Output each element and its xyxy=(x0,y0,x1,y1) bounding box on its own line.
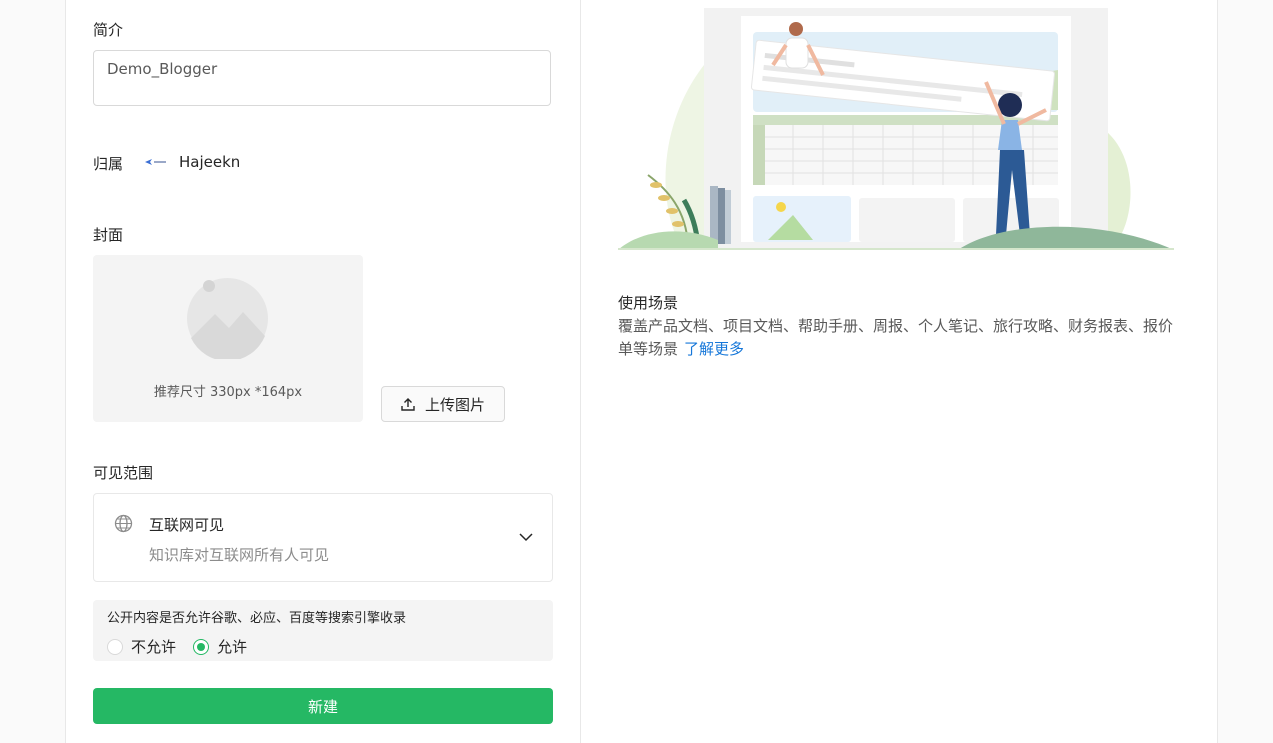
seo-setting: 公开内容是否允许谷歌、必应、百度等搜索引擎收录 不允许 允许 xyxy=(93,600,553,661)
cover-label: 封面 xyxy=(93,226,124,244)
image-placeholder-icon xyxy=(187,278,268,359)
seo-radio-group: 不允许 允许 xyxy=(107,636,264,657)
globe-icon xyxy=(114,514,133,533)
visibility-desc: 知识库对互联网所有人可见 xyxy=(149,546,330,564)
radio-disallow[interactable] xyxy=(107,638,123,655)
cover-preview[interactable]: 推荐尺寸 330px *164px xyxy=(93,255,363,422)
radio-allow[interactable] xyxy=(193,638,210,655)
upload-label: 上传图片 xyxy=(424,395,485,414)
seo-option-disallow[interactable]: 不允许 xyxy=(107,636,176,657)
intro-textarea[interactable]: Demo_Blogger xyxy=(93,50,551,106)
visibility-label: 可见范围 xyxy=(93,464,154,482)
owner-label: 归属 xyxy=(93,155,124,173)
seo-option-allow-label: 允许 xyxy=(217,638,248,656)
owner-name: Hajeekn xyxy=(179,153,241,171)
column-divider xyxy=(580,0,581,743)
create-button[interactable]: 新建 xyxy=(93,688,553,724)
knowledge-base-illustration xyxy=(618,8,1174,250)
chevron-down-icon xyxy=(519,533,533,542)
intro-label: 简介 xyxy=(93,21,124,39)
cover-size-hint: 推荐尺寸 330px *164px xyxy=(153,385,303,400)
owner-logo-icon xyxy=(145,159,166,165)
seo-option-disallow-label: 不允许 xyxy=(131,638,177,656)
owner-info: Hajeekn xyxy=(143,153,240,171)
visibility-title: 互联网可见 xyxy=(149,516,225,534)
seo-question: 公开内容是否允许谷歌、必应、百度等搜索引擎收录 xyxy=(107,611,407,626)
learn-more-link[interactable]: 了解更多 xyxy=(684,340,744,358)
scene-description: 覆盖产品文档、项目文档、帮助手册、周报、个人笔记、旅行攻略、财务报表、报价单等场… xyxy=(618,315,1178,361)
upload-icon xyxy=(401,398,415,411)
scene-title: 使用场景 xyxy=(618,294,679,312)
seo-option-allow[interactable]: 允许 xyxy=(193,636,247,657)
visibility-select[interactable]: 互联网可见 知识库对互联网所有人可见 xyxy=(93,493,553,582)
upload-image-button[interactable]: 上传图片 xyxy=(381,386,505,422)
